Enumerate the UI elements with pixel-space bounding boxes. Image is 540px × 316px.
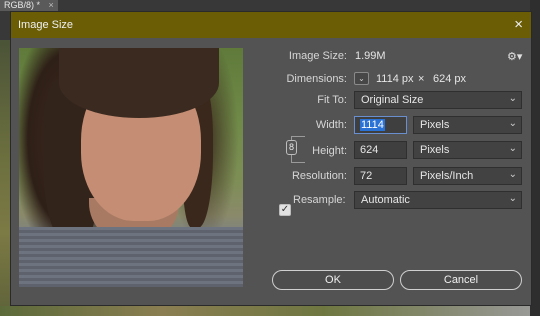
resolution-label: Resolution: bbox=[291, 170, 347, 182]
height-input[interactable]: 624 bbox=[354, 141, 407, 159]
height-label: Height: bbox=[312, 145, 347, 157]
chain-link-icon[interactable]: 8 bbox=[286, 140, 297, 155]
width-input[interactable]: 1114 bbox=[354, 116, 407, 134]
resolution-unit-select[interactable]: Pixels/Inch ⌄ bbox=[413, 167, 522, 185]
dimensions-width: 1114 px bbox=[376, 73, 414, 85]
chevron-down-icon: ⌄ bbox=[508, 143, 517, 154]
dimensions-times: × bbox=[418, 73, 425, 85]
chevron-down-icon: ⌄ bbox=[508, 169, 517, 180]
fit-to-value: Original Size bbox=[361, 94, 424, 106]
chevron-down-icon: ⌄ bbox=[508, 193, 517, 204]
resolution-input[interactable]: 72 bbox=[354, 167, 407, 185]
fit-to-label: Fit To: bbox=[317, 94, 347, 106]
checkmark-icon: ✓ bbox=[280, 204, 290, 215]
resample-value: Automatic bbox=[361, 194, 410, 206]
dimensions-label: Dimensions: bbox=[286, 73, 347, 85]
dialog-title: Image Size bbox=[18, 19, 74, 31]
gear-icon[interactable]: ⚙▾ bbox=[507, 50, 522, 63]
fit-to-select[interactable]: Original Size ⌄ bbox=[354, 91, 522, 109]
resample-select[interactable]: Automatic ⌄ bbox=[354, 191, 522, 209]
height-unit-select[interactable]: Pixels ⌄ bbox=[413, 141, 522, 159]
preview-shirt bbox=[19, 227, 243, 287]
height-value: 624 bbox=[360, 144, 379, 156]
chevron-down-icon: ⌄ bbox=[508, 118, 517, 129]
tab-close-icon[interactable]: × bbox=[49, 0, 54, 10]
document-tab[interactable]: RGB/8) * × bbox=[0, 0, 58, 11]
canvas-image-bottom bbox=[0, 306, 540, 316]
resolution-value: 72 bbox=[360, 170, 373, 182]
cancel-button[interactable]: Cancel bbox=[400, 270, 522, 290]
image-size-dialog: Image Size × Image Size: 1.99M ⚙▾ Dimens… bbox=[10, 11, 532, 306]
dimensions-height: 624 px bbox=[433, 73, 467, 85]
dimensions-dropdown-icon[interactable]: ⌄ bbox=[354, 72, 369, 85]
width-label: Width: bbox=[315, 119, 347, 131]
document-tab-label: RGB/8) * bbox=[4, 0, 41, 10]
ok-button[interactable]: OK bbox=[272, 270, 394, 290]
image-preview[interactable] bbox=[19, 48, 243, 287]
width-value: 1114 bbox=[360, 119, 385, 131]
dialog-titlebar[interactable]: Image Size × bbox=[11, 12, 531, 38]
width-unit-select[interactable]: Pixels ⌄ bbox=[413, 116, 522, 134]
chevron-down-icon: ⌄ bbox=[508, 93, 517, 104]
close-icon[interactable]: × bbox=[514, 16, 523, 33]
height-unit-value: Pixels bbox=[420, 144, 450, 156]
resolution-unit-value: Pixels/Inch bbox=[420, 170, 474, 182]
width-unit-value: Pixels bbox=[420, 119, 450, 131]
preview-hair-top bbox=[59, 48, 219, 118]
image-size-value: 1.99M bbox=[355, 50, 386, 62]
resample-checkbox[interactable]: ✓ bbox=[279, 204, 291, 216]
resample-label: Resample: bbox=[293, 194, 346, 206]
image-size-label: Image Size: bbox=[288, 50, 347, 62]
